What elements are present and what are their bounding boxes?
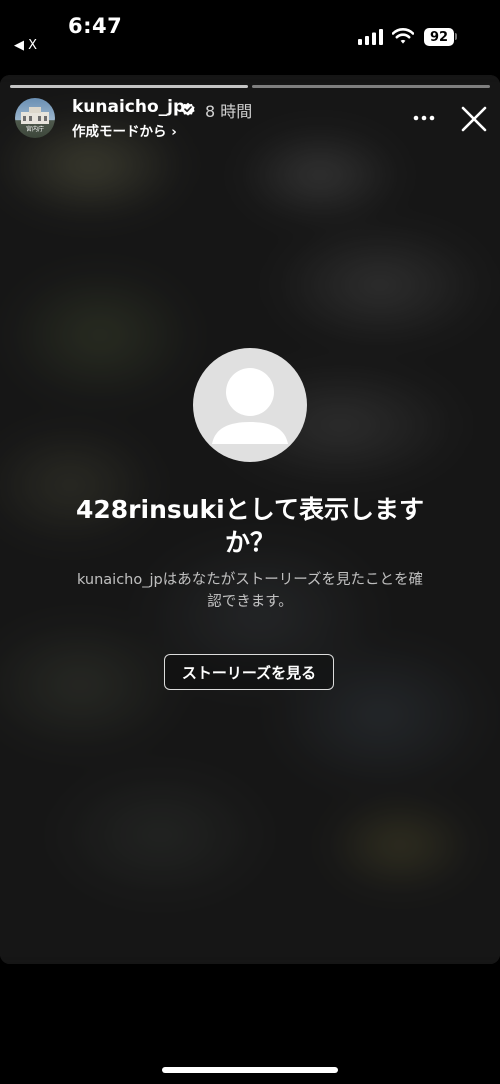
back-to-app-link[interactable]: ◀ X xyxy=(14,38,37,53)
view-as-prompt-title: 428rinsukiとして表示しますか？ xyxy=(75,495,424,557)
created-mode-link[interactable]: 作成モードから › xyxy=(72,120,177,140)
battery-tip xyxy=(455,33,457,40)
view-stories-button[interactable]: ストーリーズを見る xyxy=(164,654,334,690)
wifi-icon xyxy=(392,28,414,44)
account-username[interactable]: kunaicho_jp xyxy=(72,97,185,117)
story-viewer[interactable]: 宮内庁 kunaicho_jp 8 時間 作成モードから › 428rinsuk… xyxy=(0,75,500,964)
battery-icon: 92 xyxy=(424,28,454,46)
home-indicator[interactable] xyxy=(162,1067,338,1073)
more-options-icon[interactable] xyxy=(413,115,435,121)
status-time: 6:47 xyxy=(68,14,123,38)
close-icon[interactable] xyxy=(460,105,488,133)
view-as-prompt-description: kunaicho_jpはあなたがストーリーズを見たことを確認できます。 xyxy=(76,572,424,610)
story-progress-segment-2 xyxy=(252,85,490,88)
signal-icon xyxy=(358,29,383,45)
avatar-label: 宮内庁 xyxy=(26,125,44,133)
profile-placeholder-avatar xyxy=(193,348,307,462)
account-avatar[interactable]: 宮内庁 xyxy=(15,98,55,138)
verified-badge-icon xyxy=(181,102,195,116)
post-time: 8 時間 xyxy=(205,102,253,121)
status-bar: 6:47 ◀ X 92 xyxy=(0,0,500,70)
story-progress-segment-1 xyxy=(10,85,248,88)
